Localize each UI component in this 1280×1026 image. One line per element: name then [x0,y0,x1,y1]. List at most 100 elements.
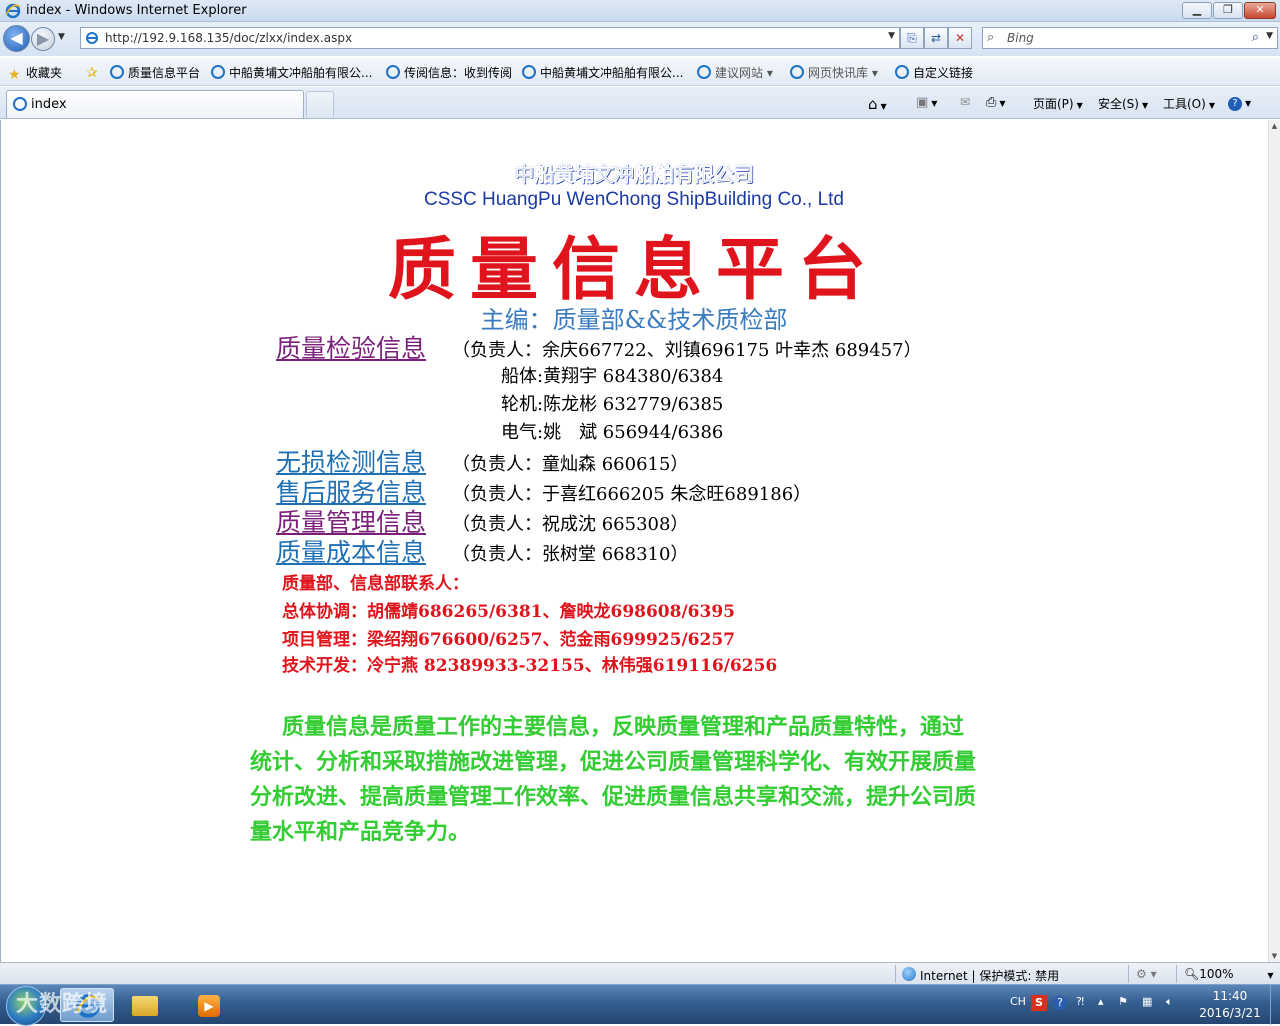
compat-icon: ⎘ [907,31,917,45]
play-icon: ▶ [198,995,220,1017]
page-icon [86,32,98,44]
language-indicator[interactable]: CH [1010,995,1026,1008]
fav-link-company-1[interactable]: 中船黄埔文冲船舶有限公... [211,64,372,80]
ime-help-icon[interactable]: ? [1053,996,1067,1010]
fav-web-slice-gallery[interactable]: 网页快讯库 ▾ [790,64,878,80]
taskbar-explorer-button[interactable] [118,988,172,1022]
fav-link-circulation[interactable]: 传阅信息：收到传阅 [386,64,512,80]
search-dropdown-icon[interactable]: ▼ [1266,31,1273,41]
contact-project: 项目管理：梁绍翔676600/6257、范金雨699925/6257 [282,630,735,650]
ndt-contact: （负责人：童灿森 660615） [452,454,689,475]
scroll-down-icon[interactable]: ▼ [1269,952,1280,960]
system-clock[interactable]: 11:40 2016/3/21 [1192,988,1268,1022]
fav-link-quality-platform[interactable]: 质量信息平台 [110,64,200,80]
fav-link-label: 中船黄埔文冲船舶有限公... [540,66,684,80]
tools-menu-label: 工具(O) [1163,97,1206,111]
engine-contact: 轮机:陈龙彬 632779/6385 [501,394,724,415]
electric-contact: 电气:姚 斌 656944/6386 [501,422,724,443]
scroll-up-icon[interactable]: ▲ [1269,122,1280,130]
feeds-button[interactable]: ▣ ▼ [916,95,937,110]
page-ie-icon [697,65,711,79]
page-title: 质量信息平台 [387,230,880,310]
search-input[interactable]: Bing [1007,31,1034,45]
page-menu[interactable]: 页面(P) ▼ [1033,95,1083,112]
show-hidden-icons[interactable]: ▴ [1098,995,1104,1008]
maximize-button[interactable]: ❐ [1213,2,1243,19]
add-to-favorites-bar-button[interactable]: ✰ [86,64,104,80]
volume-icon[interactable]: 🔈︎ [1166,995,1173,1009]
rss-icon: ▣ [916,95,929,110]
page-ie-icon [13,97,27,111]
tab-label: index [31,97,67,112]
page-ie-icon [895,65,909,79]
safety-menu[interactable]: 安全(S) ▼ [1098,95,1148,112]
fav-suggested-sites[interactable]: 建议网站 ▾ [697,64,773,80]
security-zone[interactable]: Internet | 保护模式: 禁用 [920,967,1059,984]
address-url[interactable]: http://192.9.168.135/doc/zlxx/index.aspx [105,31,352,45]
status-divider [895,965,896,983]
fav-link-label: 质量信息平台 [128,66,201,80]
search-box[interactable]: ⌕ Bing ⌕ ▼ [982,27,1278,49]
search-go-icon[interactable]: ⌕ [1252,30,1259,45]
ie-logo-icon [5,3,21,19]
print-button[interactable]: ⎙ ▼ [986,95,1006,110]
star-add-icon: ✰ [86,65,98,81]
new-tab-button[interactable] [306,91,334,117]
status-divider [1128,965,1129,983]
after-sales-contact: （负责人：于喜红666205 朱念旺689186） [452,484,812,505]
safety-menu-label: 安全(S) [1098,97,1139,111]
favorites-button[interactable]: ★ 收藏夹 [8,64,63,83]
printer-icon: ⎙ [986,95,997,110]
add-ons-icon[interactable]: ⚙ ▾ [1136,967,1157,981]
address-dropdown-icon[interactable]: ▼ [888,31,895,41]
page-ie-icon [110,65,124,79]
zoom-level: 100% [1199,967,1234,981]
taskbar-media-player-button[interactable]: ▶ [178,988,232,1022]
tools-menu[interactable]: 工具(O) ▼ [1163,95,1215,112]
read-mail-button[interactable]: ✉ [960,95,970,109]
back-arrow-icon: ◀ [10,28,23,47]
help-button[interactable]: ? ▼ [1228,95,1251,111]
back-button[interactable]: ◀ [3,25,30,52]
fav-link-label: 传阅信息：收到传阅 [404,66,513,80]
minimize-button[interactable]: ▁ [1182,2,1212,19]
refresh-icon: ⇄ [930,31,942,45]
tab-index[interactable]: index [6,90,304,118]
forward-button[interactable]: ▶ [31,27,55,51]
network-icon[interactable]: ▦ [1142,995,1152,1008]
action-center-icon[interactable]: ⚑ [1118,995,1128,1008]
zoom-control[interactable]: 🔍︎100% ▼ [1184,967,1274,981]
forward-arrow-icon: ▶ [36,29,50,48]
link-quality-inspection[interactable]: 质量检验信息 [276,329,426,365]
folder-icon [132,996,158,1016]
magnifier-icon: ⌕ [987,30,995,45]
close-window-button[interactable]: ✕ [1244,2,1276,19]
refresh-button[interactable]: ⇄ [924,27,948,49]
stop-button[interactable]: ✕ [948,27,972,49]
stop-icon: ✕ [954,31,966,45]
clock-date: 2016/3/21 [1199,1006,1261,1020]
fav-custom-links[interactable]: 自定义链接 [895,64,973,80]
favorites-label: 收藏夹 [26,66,63,80]
fav-link-label: 建议网站 ▾ [715,66,773,80]
vertical-scrollbar[interactable]: ▲ ▼ [1268,120,1280,962]
address-bar[interactable]: http://192.9.168.135/doc/zlxx/index.aspx… [80,27,900,49]
hull-contact: 船体:黄翔宇 684380/6384 [501,366,724,387]
favorites-bar: ★ 收藏夹 ✰ 质量信息平台 中船黄埔文冲船舶有限公... 传阅信息：收到传阅 中… [0,58,1280,86]
ime-options-icon[interactable]: ⁈ [1076,995,1084,1008]
compatibility-view-button[interactable]: ⎘ [900,27,924,49]
mail-icon: ✉ [960,95,971,109]
editor-line: 主编：质量部&&技术质检部 [480,306,788,334]
recent-pages-dropdown[interactable]: ▼ [58,32,65,42]
fav-link-company-2[interactable]: 中船黄埔文冲船舶有限公... [522,64,683,80]
fav-link-label: 网页快讯库 ▾ [808,66,878,80]
star-icon: ★ [8,67,21,83]
company-name-chinese: 中船黄埔文冲船舶有限公司 [514,162,755,187]
home-button[interactable]: ⌂ ▼ [868,95,887,113]
link-quality-cost-info[interactable]: 质量成本信息 [276,533,426,569]
page-ie-icon [386,65,400,79]
navigation-bar: ◀ ▶ ▼ http://192.9.168.135/doc/zlxx/inde… [0,22,1280,56]
show-desktop-button[interactable] [1270,985,1280,1025]
input-method-icon[interactable]: S [1031,995,1047,1011]
windows-taskbar: ▶ CH S ? ⁈ ▴ ⚑ ▦ 🔈︎ 11:40 2016/3/21 [0,984,1280,1026]
